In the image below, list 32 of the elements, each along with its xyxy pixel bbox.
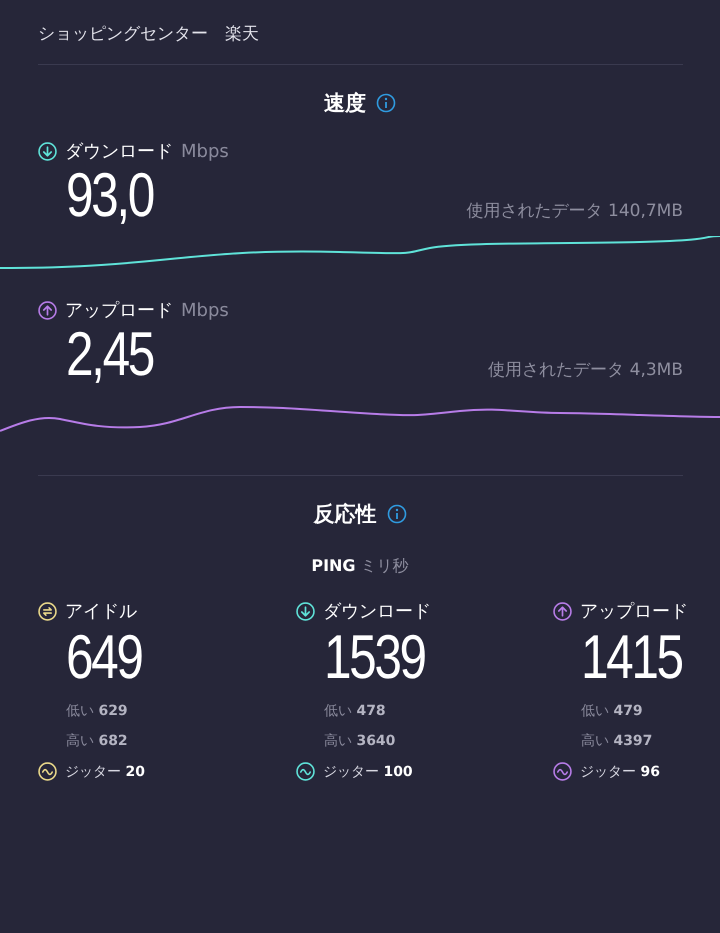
- ping-type-label: ダウンロード: [323, 600, 431, 624]
- server-name: ショッピングセンター 楽天: [38, 23, 260, 46]
- wave-icon: [296, 762, 315, 782]
- high-value: 高い 682: [65, 732, 129, 750]
- speed-value: 93,0: [66, 163, 153, 228]
- info-icon[interactable]: [376, 93, 396, 113]
- info-icon[interactable]: [386, 504, 406, 524]
- unit-label: Mbps: [181, 300, 229, 321]
- metric-label: ダウンロード: [65, 140, 173, 163]
- wave-icon: [553, 762, 572, 782]
- high-value: 高い 4397: [580, 732, 654, 750]
- ping-type-label: アップロード: [580, 600, 688, 624]
- ping-value: 649: [66, 625, 143, 690]
- jitter-value: ジッター 96: [580, 762, 660, 781]
- metric-label: アップロード: [65, 299, 173, 322]
- low-value: 低い 629: [65, 702, 129, 720]
- unit-label: Mbps: [181, 140, 229, 162]
- wave-icon: [38, 762, 57, 782]
- section-title: 速度: [324, 90, 366, 117]
- ping-value: 1539: [324, 625, 426, 690]
- data-used: 使用されたデータ 4,3MB: [488, 359, 683, 382]
- low-value: 低い 478: [323, 702, 387, 720]
- section-title: 反応性: [314, 501, 376, 528]
- data-used: 使用されたデータ 140,7MB: [466, 200, 683, 222]
- low-value: 低い 479: [580, 702, 644, 720]
- ping-label: PING ミリ秒: [310, 556, 410, 578]
- jitter-value: ジッター 100: [323, 762, 413, 781]
- high-value: 高い 3640: [323, 732, 396, 750]
- ping-type-label: アイドル: [65, 600, 137, 624]
- ping-value: 1415: [581, 625, 683, 690]
- jitter-value: ジッター 20: [65, 762, 145, 781]
- speed-value: 2,45: [66, 322, 153, 388]
